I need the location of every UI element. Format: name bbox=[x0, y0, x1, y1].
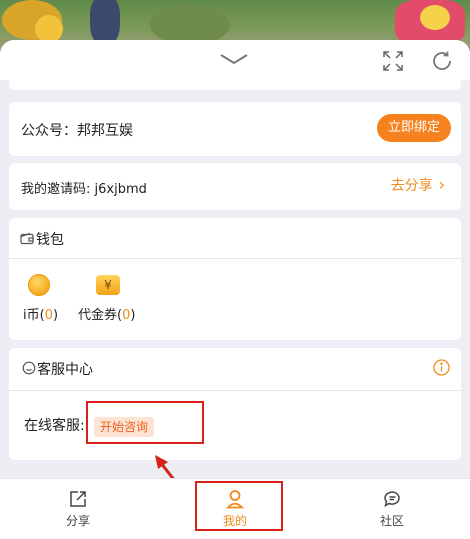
highlight-box-consult bbox=[86, 401, 204, 444]
support-title: 客服中心 bbox=[37, 362, 93, 378]
wallet-title: 钱包 bbox=[36, 232, 64, 248]
wallet-icon bbox=[20, 232, 34, 245]
chat-bubble-icon bbox=[22, 361, 36, 375]
invite-code-label: 我的邀请码: j6xjbmd bbox=[21, 182, 147, 197]
wallet-card: 钱包 i币(0) ¥ 代金券(0) bbox=[9, 218, 461, 340]
voucher-item[interactable]: ¥ 代金券(0) bbox=[75, 270, 145, 330]
refresh-icon[interactable] bbox=[430, 49, 454, 73]
icoin-item[interactable]: i币(0) bbox=[19, 270, 69, 330]
go-share-label: 去分享 bbox=[390, 178, 433, 194]
support-card: 客服中心 在线客服: bbox=[9, 348, 461, 460]
previous-card bbox=[9, 80, 461, 90]
tab-community[interactable]: 社区 bbox=[354, 479, 430, 539]
chevron-down-icon[interactable] bbox=[219, 52, 249, 66]
official-account-card: 公众号：邦邦互娱 立即绑定 bbox=[9, 102, 461, 156]
tab-share-label: 分享 bbox=[65, 514, 90, 528]
support-divider bbox=[9, 390, 461, 391]
icoin-icon bbox=[28, 274, 50, 296]
info-icon[interactable] bbox=[433, 359, 450, 376]
sheet-header bbox=[0, 40, 470, 80]
go-share-link[interactable]: 去分享 › bbox=[391, 175, 445, 195]
official-account-label: 公众号：邦邦互娱 bbox=[21, 123, 133, 139]
voucher-icon: ¥ bbox=[96, 275, 120, 295]
chevron-right-icon: › bbox=[438, 175, 445, 194]
invite-code-card: 我的邀请码: j6xjbmd 去分享 › bbox=[9, 163, 461, 210]
tab-community-label: 社区 bbox=[379, 514, 404, 528]
highlight-box-tab bbox=[195, 481, 283, 531]
share-icon bbox=[70, 491, 86, 507]
wallet-divider bbox=[9, 258, 461, 259]
online-service-label: 在线客服: bbox=[24, 418, 85, 434]
icoin-label: i币(0) bbox=[23, 308, 59, 323]
tab-share[interactable]: 分享 bbox=[40, 479, 116, 539]
bind-now-button[interactable]: 立即绑定 bbox=[377, 114, 451, 142]
voucher-label: 代金券(0) bbox=[78, 308, 136, 323]
chat-icon bbox=[384, 491, 400, 508]
expand-icon[interactable] bbox=[382, 50, 404, 72]
